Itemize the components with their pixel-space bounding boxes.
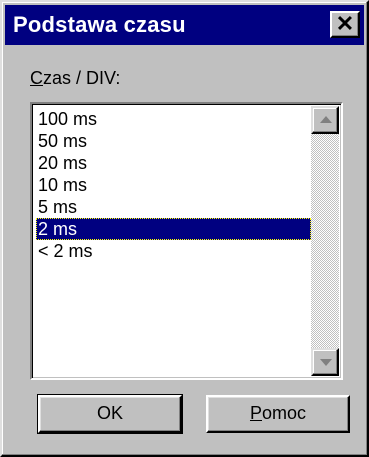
scroll-down-button[interactable] <box>311 348 339 376</box>
ok-button[interactable]: OK <box>37 394 183 434</box>
close-button[interactable]: ✕ <box>330 11 360 38</box>
accel-key-p: P <box>249 403 262 423</box>
triangle-down-icon <box>320 359 332 366</box>
list-item[interactable]: < 2 ms <box>36 240 311 262</box>
time-per-div-label: Czas / DIV: <box>30 68 120 89</box>
list-item[interactable]: 50 ms <box>36 130 311 152</box>
close-icon: ✕ <box>335 11 355 36</box>
time-per-div-listbox[interactable]: 100 ms 50 ms 20 ms 10 ms 5 ms 2 ms < 2 ms <box>30 102 343 380</box>
accel-key-c: C <box>30 68 43 88</box>
listbox-items: 100 ms 50 ms 20 ms 10 ms 5 ms 2 ms < 2 ms <box>36 108 311 262</box>
help-button[interactable]: Pomoc <box>206 395 350 433</box>
help-label-rest: omoc <box>262 403 307 423</box>
list-item[interactable]: 100 ms <box>36 108 311 130</box>
list-item[interactable]: 10 ms <box>36 174 311 196</box>
triangle-up-icon <box>320 116 332 123</box>
vertical-scrollbar[interactable] <box>311 106 339 376</box>
scroll-up-button[interactable] <box>311 106 339 134</box>
dialog-window: Podstawa czasu ✕ Czas / DIV: 100 ms 50 ms… <box>0 0 369 457</box>
list-item[interactable]: 2 ms <box>36 218 311 240</box>
window-title: Podstawa czasu <box>13 12 186 37</box>
title-bar[interactable]: Podstawa czasu ✕ <box>5 5 364 45</box>
list-item[interactable]: 5 ms <box>36 196 311 218</box>
list-item[interactable]: 20 ms <box>36 152 311 174</box>
label-text: zas / DIV: <box>43 68 121 88</box>
